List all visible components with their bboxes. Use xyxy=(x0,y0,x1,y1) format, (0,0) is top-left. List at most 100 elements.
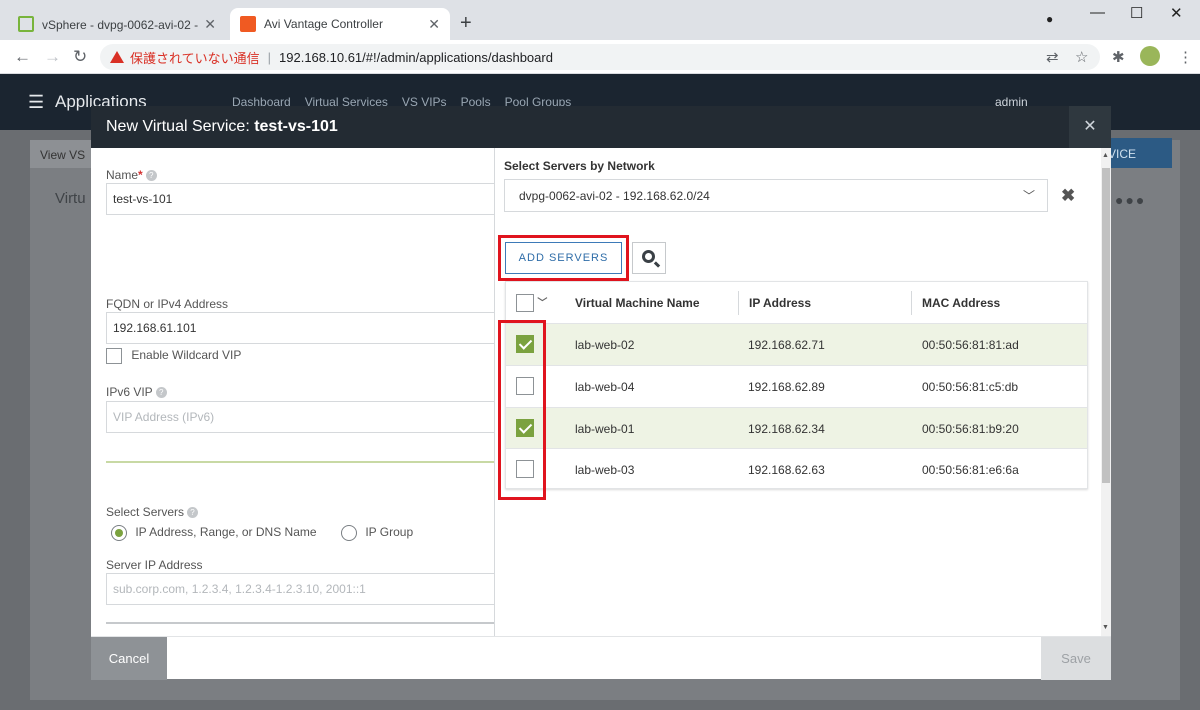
separator: | xyxy=(267,49,272,65)
back-icon[interactable]: ← xyxy=(14,47,31,67)
name-input[interactable]: test-vs-101 xyxy=(106,183,494,215)
vm-name: lab-web-02 xyxy=(575,338,635,352)
wildcard-row: Enable Wildcard VIP xyxy=(106,348,241,364)
scrollbar[interactable]: ▲ ▼ xyxy=(1101,148,1111,636)
modal-title: New Virtual Service: test-vs-101 xyxy=(106,118,338,136)
new-virtual-service-modal: New Virtual Service: test-vs-101 ✕ Name*… xyxy=(91,106,1111,680)
col-separator xyxy=(738,291,739,315)
clear-network-icon[interactable]: ✖ xyxy=(1061,186,1075,206)
save-button[interactable]: Save xyxy=(1041,637,1111,680)
modal-footer: Cancel Save xyxy=(91,636,1111,680)
forward-icon[interactable]: → xyxy=(44,47,61,67)
tab-search-icon[interactable]: ● xyxy=(1046,12,1053,26)
help-icon[interactable]: ? xyxy=(145,170,157,181)
browser-toolbar: ← → ↻ 保護されていない通信 | 192.168.10.61/#!/admi… xyxy=(0,40,1200,74)
fqdn-input[interactable]: 192.168.61.101 xyxy=(106,312,494,344)
col-mac-address[interactable]: MAC Address xyxy=(922,282,1000,324)
highlight-box xyxy=(498,320,546,500)
vm-name: lab-web-03 xyxy=(575,463,635,477)
select-by-network-title: Select Servers by Network xyxy=(504,159,655,173)
search-icon-handle xyxy=(653,261,661,268)
left-pane: Name*? test-vs-101 FQDN or IPv4 Address … xyxy=(91,148,494,636)
chevron-down-icon[interactable]: ﹀ xyxy=(537,298,547,309)
col-separator xyxy=(911,291,912,315)
tab-vsphere[interactable]: vSphere - dvpg-0062-avi-02 - 仮 ✕ xyxy=(8,8,226,40)
scroll-up-icon[interactable]: ▲ xyxy=(1102,152,1109,159)
section-divider xyxy=(106,461,494,463)
close-tab-icon[interactable]: ✕ xyxy=(428,16,440,33)
ip-address: 192.168.62.34 xyxy=(748,422,825,436)
mac-address: 00:50:56:81:e6:6a xyxy=(922,463,1019,477)
chevron-down-icon: ﹀ xyxy=(1022,189,1035,203)
select-all-checkbox[interactable] xyxy=(516,294,534,312)
address-bar[interactable]: 保護されていない通信 | 192.168.10.61/#!/admin/appl… xyxy=(100,44,1100,70)
close-window-icon[interactable]: ✕ xyxy=(1170,4,1183,22)
maximize-icon[interactable]: ☐ xyxy=(1130,4,1143,22)
select-all-header: ﹀ xyxy=(516,282,547,324)
hamburger-icon[interactable]: ☰ xyxy=(28,92,44,113)
radio-group-label: IP Group xyxy=(365,525,414,540)
ip-address: 192.168.62.89 xyxy=(748,380,825,394)
vm-name: lab-web-04 xyxy=(575,380,635,394)
table-row[interactable]: lab-web-01 192.168.62.34 00:50:56:81:b9:… xyxy=(506,407,1087,449)
network-select[interactable]: dvpg-0062-avi-02 - 192.168.62.0/24 ﹀ xyxy=(504,179,1048,212)
url-text[interactable]: 192.168.10.61/#!/admin/applications/dash… xyxy=(279,50,553,65)
close-icon[interactable]: ✕ xyxy=(1069,106,1111,148)
highlight-box xyxy=(498,235,629,281)
ipv6-label: IPv6 VIP? xyxy=(106,385,167,399)
mac-address: 00:50:56:81:81:ad xyxy=(922,338,1019,352)
mac-address: 00:50:56:81:c5:db xyxy=(922,380,1019,394)
radio-ip-group[interactable] xyxy=(341,525,357,541)
radio-ip-label: IP Address, Range, or DNS Name xyxy=(135,525,317,540)
security-warning[interactable]: 保護されていない通信 xyxy=(130,48,260,67)
name-label: Name*? xyxy=(106,168,157,182)
help-icon[interactable]: ? xyxy=(155,387,167,398)
wildcard-checkbox[interactable] xyxy=(106,348,122,364)
section-title: Virtu xyxy=(55,190,86,207)
scroll-thumb[interactable] xyxy=(1102,168,1110,483)
new-tab-icon[interactable]: + xyxy=(460,12,472,35)
tab-title: vSphere - dvpg-0062-avi-02 - 仮 xyxy=(42,17,199,32)
col-ip-address[interactable]: IP Address xyxy=(749,282,811,324)
table-row[interactable]: lab-web-02 192.168.62.71 00:50:56:81:81:… xyxy=(506,323,1087,365)
reload-icon[interactable]: ↻ xyxy=(73,47,87,67)
tab-avi[interactable]: Avi Vantage Controller ✕ xyxy=(230,8,450,40)
minimize-icon[interactable]: — xyxy=(1090,4,1105,21)
col-vm-name[interactable]: Virtual Machine Name xyxy=(575,282,700,324)
right-pane: Select Servers by Network dvpg-0062-avi-… xyxy=(495,148,1111,636)
radio-group-option[interactable]: IP Group xyxy=(341,525,413,541)
tab-title: Avi Vantage Controller xyxy=(264,17,383,31)
network-select-value: dvpg-0062-avi-02 - 192.168.62.0/24 xyxy=(519,189,710,203)
server-ip-input[interactable]: sub.corp.com, 1.2.3.4, 1.2.3.4-1.2.3.10,… xyxy=(106,573,494,605)
browser-tabstrip: vSphere - dvpg-0062-avi-02 - 仮 ✕ Avi Van… xyxy=(0,0,1200,40)
vsphere-favicon-icon xyxy=(18,16,34,32)
select-servers-label: Select Servers? xyxy=(106,505,199,519)
section-divider xyxy=(106,622,494,624)
search-button[interactable] xyxy=(632,242,666,274)
cancel-button[interactable]: Cancel xyxy=(91,637,167,680)
ip-address: 192.168.62.63 xyxy=(748,463,825,477)
menu-icon[interactable]: ⋮ xyxy=(1178,48,1193,66)
fqdn-label: FQDN or IPv4 Address xyxy=(106,297,229,311)
table-row[interactable]: lab-web-03 192.168.62.63 00:50:56:81:e6:… xyxy=(506,448,1087,490)
help-icon[interactable]: ? xyxy=(187,507,199,518)
modal-header: New Virtual Service: test-vs-101 ✕ xyxy=(91,106,1111,148)
search-icon xyxy=(642,250,655,263)
more-icon[interactable]: ●●● xyxy=(1115,192,1146,208)
warning-icon xyxy=(110,51,124,63)
table-row[interactable]: lab-web-04 192.168.62.89 00:50:56:81:c5:… xyxy=(506,365,1087,407)
modal-title-name: test-vs-101 xyxy=(254,118,338,135)
radio-ip-address[interactable] xyxy=(111,525,127,541)
scroll-down-icon[interactable]: ▼ xyxy=(1102,624,1109,631)
close-tab-icon[interactable]: ✕ xyxy=(204,16,216,33)
modal-title-prefix: New Virtual Service: xyxy=(106,118,255,135)
bookmark-star-icon[interactable]: ☆ xyxy=(1075,48,1088,66)
extensions-icon[interactable]: ✱ xyxy=(1112,48,1125,66)
servers-table: ﹀ Virtual Machine Name IP Address MAC Ad… xyxy=(505,281,1088,489)
radio-ip-option[interactable]: IP Address, Range, or DNS Name xyxy=(111,525,317,541)
mac-address: 00:50:56:81:b9:20 xyxy=(922,422,1019,436)
vm-name: lab-web-01 xyxy=(575,422,635,436)
ipv6-input[interactable]: VIP Address (IPv6) xyxy=(106,401,494,433)
profile-avatar[interactable] xyxy=(1140,46,1160,66)
translate-icon[interactable]: ⇄ xyxy=(1046,48,1059,66)
